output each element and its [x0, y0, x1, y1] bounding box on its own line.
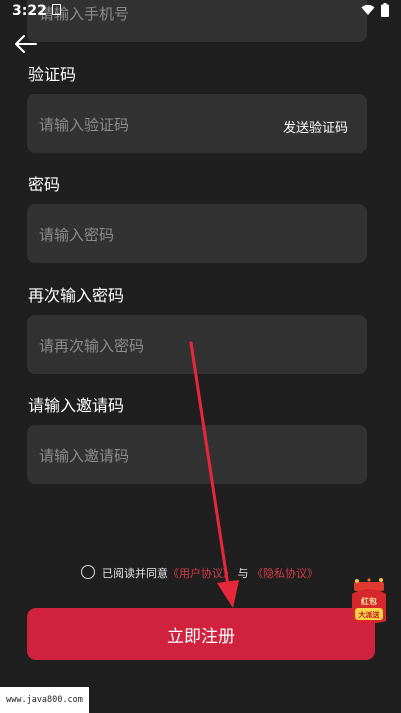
agreement-conjunction: 与 — [237, 567, 249, 580]
sim-card-icon — [52, 4, 61, 15]
code-field[interactable]: 请输入验证码 发送验证码 — [27, 94, 367, 153]
battery-icon — [381, 3, 389, 17]
wifi-icon — [361, 4, 375, 15]
agreement-prefix: 已阅读并同意 — [102, 567, 168, 580]
privacy-agreement-link[interactable]: 《隐私协议》 — [252, 567, 318, 580]
status-time: 3:22 — [12, 3, 47, 19]
user-agreement-link[interactable]: 《用户协议》 — [168, 567, 234, 580]
password-confirm-label: 再次输入密码 — [28, 286, 125, 305]
promo-badge-line1: 红包 — [361, 596, 377, 606]
send-code-button[interactable]: 发送验证码 — [283, 117, 348, 136]
password-label: 密码 — [28, 175, 61, 194]
invite-placeholder: 请输入邀请码 — [39, 447, 130, 465]
agreement-text: 已阅读并同意《用户协议》 与 《隐私协议》 — [102, 565, 318, 581]
watermark: www.java800.com — [0, 687, 89, 713]
promo-badge-line2: 大派送 — [359, 610, 381, 619]
code-placeholder: 请输入验证码 — [39, 116, 130, 134]
red-envelope-badge[interactable]: 红包 大派送 — [348, 578, 390, 626]
invite-code-field[interactable]: 请输入邀请码 — [27, 425, 367, 484]
register-button[interactable]: 立即注册 — [27, 608, 375, 660]
radio-unchecked-icon[interactable] — [81, 565, 95, 579]
back-button[interactable] — [12, 31, 40, 57]
status-bar: 3:22 — [0, 0, 401, 26]
password-placeholder: 请输入密码 — [39, 226, 115, 244]
password-confirm-placeholder: 请再次输入密码 — [39, 337, 145, 355]
code-label: 验证码 — [28, 65, 77, 84]
password-confirm-field[interactable]: 请再次输入密码 — [27, 315, 367, 374]
password-field[interactable]: 请输入密码 — [27, 204, 367, 263]
back-arrow-icon — [15, 35, 37, 53]
invite-label: 请输入邀请码 — [28, 396, 125, 415]
